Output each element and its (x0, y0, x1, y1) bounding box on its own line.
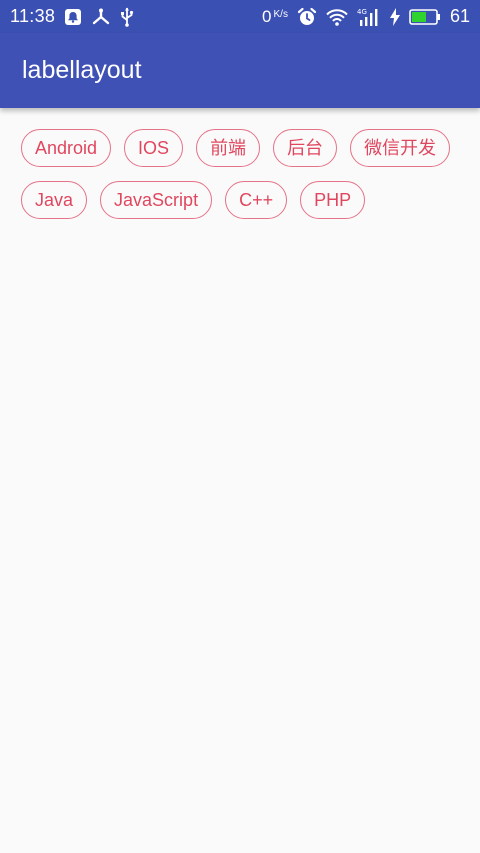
label-tag[interactable]: Java (21, 181, 88, 219)
alarm-icon (297, 7, 317, 27)
signal-4g-icon: 4G (357, 7, 381, 27)
label-tag[interactable]: PHP (300, 181, 366, 219)
network-speed: 0 K/s (262, 7, 288, 27)
notification-icon (64, 7, 82, 27)
share-icon (91, 7, 111, 27)
battery-level: 61 (449, 6, 470, 26)
svg-text:4G: 4G (357, 8, 367, 16)
status-bar-left: 11:38 (10, 6, 134, 27)
label-tag[interactable]: JavaScript (100, 181, 213, 219)
main-content: Android IOS 前端 后台 微信开发 Java JavaScript C++ PHP (0, 108, 480, 853)
network-speed-value: 0 (262, 6, 272, 26)
network-speed-unit: K/s (273, 8, 288, 20)
label-tag[interactable]: 后台 (273, 129, 338, 167)
battery-fill (411, 11, 426, 22)
status-bar: 11:38 0 K/s 4G 61 (0, 0, 480, 33)
app-title: labellayout (22, 56, 142, 84)
label-tag[interactable]: Android (21, 129, 112, 167)
status-time: 11:38 (10, 6, 56, 26)
usb-icon (120, 7, 134, 27)
label-tag[interactable]: C++ (225, 181, 288, 219)
app-bar: labellayout (0, 33, 480, 108)
label-tag[interactable]: 微信开发 (350, 129, 451, 167)
charging-icon (389, 7, 400, 27)
wifi-icon (326, 7, 348, 27)
battery-icon (409, 7, 441, 27)
label-layout: Android IOS 前端 后台 微信开发 Java JavaScript C++ PHP (21, 129, 470, 219)
label-tag[interactable]: IOS (124, 129, 184, 167)
label-tag[interactable]: 前端 (196, 129, 261, 167)
status-bar-right: 0 K/s 4G 61 (262, 6, 470, 27)
